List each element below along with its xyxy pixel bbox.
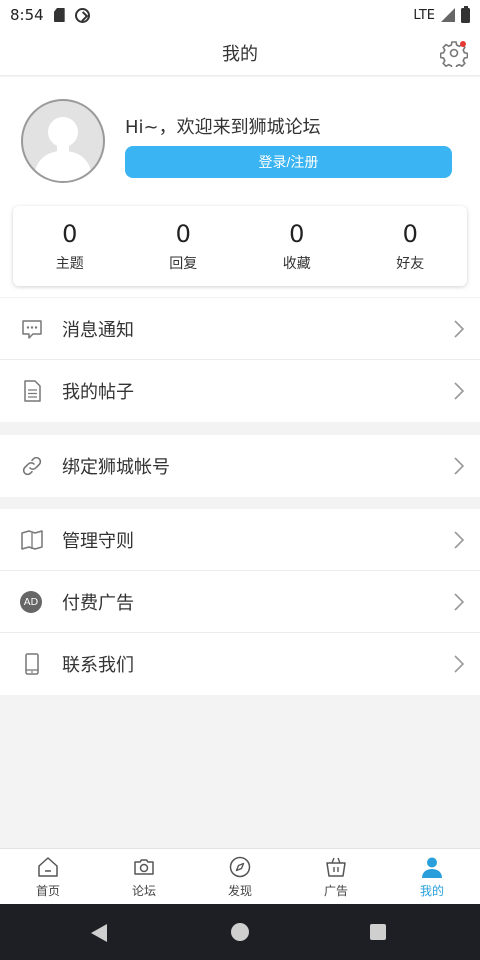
stat-value: 0	[175, 220, 191, 248]
data-saver-icon	[74, 7, 90, 23]
chevron-right-icon	[454, 457, 465, 475]
nav-label: 广告	[323, 884, 348, 898]
stat-label: 回复	[169, 256, 198, 272]
menu-group-account: 绑定狮城帐号	[0, 435, 480, 497]
stat-value: 0	[289, 220, 305, 248]
nav-label: 我的	[419, 884, 444, 898]
menu-item-notifications[interactable]: 消息通知	[0, 298, 480, 360]
settings-button[interactable]	[439, 39, 469, 70]
nav-label: 发现	[227, 884, 252, 898]
menu-item-paid-ads[interactable]: AD 付费广告	[0, 571, 480, 633]
page-title: 我的	[222, 43, 258, 65]
welcome-text: Hi~，欢迎来到狮城论坛	[125, 117, 321, 138]
status-time: 8:54	[10, 6, 44, 24]
stat-topics[interactable]: 0 主题	[13, 206, 127, 286]
stat-favorites[interactable]: 0 收藏	[240, 206, 354, 286]
nav-label: 论坛	[131, 884, 156, 898]
basket-icon	[326, 857, 346, 877]
menu-group-info: 管理守则 AD 付费广告 联系我们	[0, 509, 480, 695]
avatar[interactable]	[21, 99, 105, 183]
back-icon[interactable]	[91, 924, 107, 942]
chevron-right-icon	[454, 320, 465, 338]
nav-mine[interactable]: 我的	[384, 849, 480, 904]
recent-apps-icon[interactable]	[370, 924, 386, 940]
compass-icon	[229, 856, 251, 878]
menu-group-messages: 消息通知 我的帖子	[0, 298, 480, 422]
stat-value: 0	[402, 220, 418, 248]
app-header: 我的	[0, 30, 480, 76]
bottom-nav: 首页 论坛 发现 广告 我的	[0, 848, 480, 904]
menu-label: 管理守则	[62, 530, 134, 552]
system-nav-bar	[0, 904, 480, 960]
nav-discover[interactable]: 发现	[192, 849, 288, 904]
menu-label: 联系我们	[62, 655, 134, 676]
menu-item-rules[interactable]: 管理守则	[0, 509, 480, 571]
chevron-right-icon	[454, 531, 465, 549]
stat-label: 收藏	[282, 256, 311, 272]
menu-item-bind-account[interactable]: 绑定狮城帐号	[0, 435, 480, 497]
menu-label: 消息通知	[62, 319, 134, 341]
login-register-button[interactable]: 登录/注册	[125, 146, 452, 178]
chat-bubble-icon	[22, 320, 42, 339]
nav-label: 首页	[35, 884, 60, 898]
phone-icon	[25, 653, 39, 675]
menu-item-contact[interactable]: 联系我们	[0, 633, 480, 695]
chevron-right-icon	[454, 593, 465, 611]
stats-card: 0 主题 0 回复 0 收藏 0 好友	[13, 206, 467, 286]
menu-label: 我的帖子	[62, 382, 134, 403]
chevron-right-icon	[454, 382, 465, 400]
nav-forum[interactable]: 论坛	[96, 849, 192, 904]
stat-friends[interactable]: 0 好友	[354, 206, 468, 286]
link-icon	[22, 456, 42, 476]
menu-label: 付费广告	[62, 592, 134, 614]
battery-icon	[461, 5, 470, 23]
camera-icon	[134, 859, 154, 875]
person-icon	[422, 857, 442, 878]
stat-label: 好友	[396, 256, 425, 272]
home-icon	[38, 857, 58, 877]
profile-section: Hi~，欢迎来到狮城论坛 登录/注册 0 主题 0 回复 0 收藏 0 好友	[0, 77, 480, 297]
sd-card-icon	[53, 8, 65, 22]
stat-replies[interactable]: 0 回复	[127, 206, 241, 286]
book-icon	[21, 530, 43, 550]
stat-value: 0	[62, 220, 78, 248]
chevron-right-icon	[454, 655, 465, 673]
stat-label: 主题	[55, 256, 84, 272]
notification-dot	[460, 41, 466, 47]
document-icon	[24, 380, 41, 402]
default-avatar-icon	[33, 117, 93, 181]
menu-label: 绑定狮城帐号	[62, 457, 170, 478]
menu-item-my-posts[interactable]: 我的帖子	[0, 360, 480, 422]
ad-icon: AD	[20, 591, 42, 613]
status-bar: 8:54 LTE	[0, 0, 480, 30]
home-circle-icon[interactable]	[231, 923, 249, 941]
nav-home[interactable]: 首页	[0, 849, 96, 904]
nav-ads[interactable]: 广告	[288, 849, 384, 904]
signal-icon	[441, 8, 455, 22]
network-type: LTE	[413, 7, 435, 23]
